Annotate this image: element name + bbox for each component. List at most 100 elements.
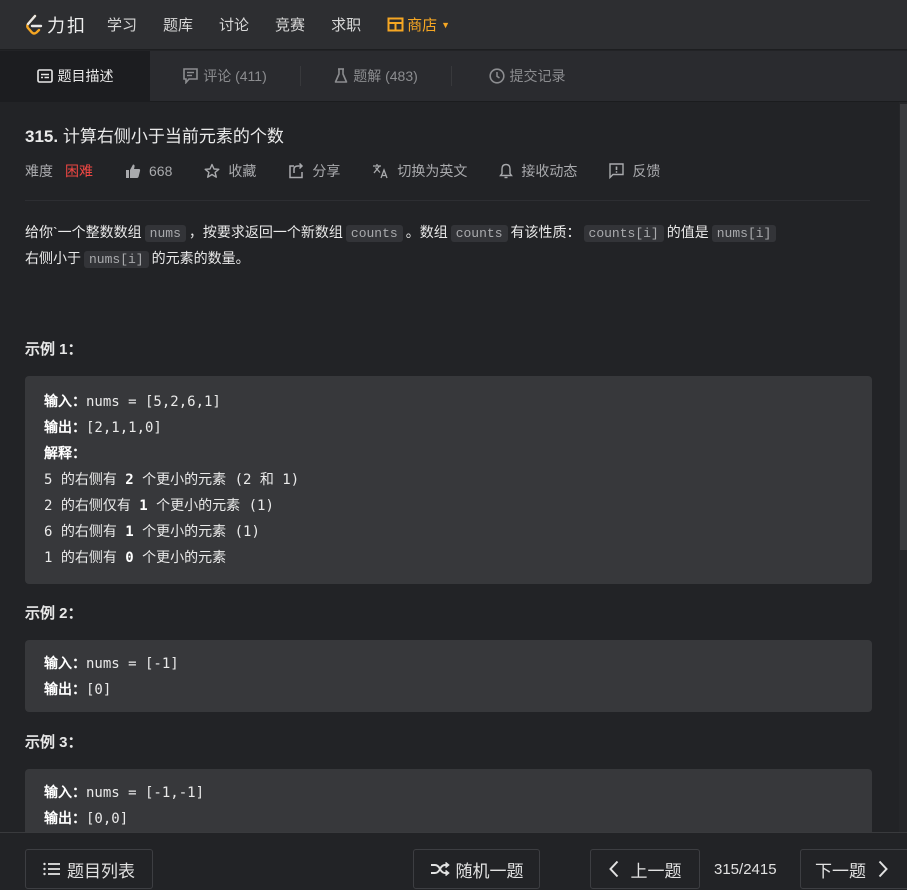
inline-code: counts[i] — [583, 225, 664, 242]
like-count: 668 — [149, 163, 173, 179]
desc-text: 的值是 — [666, 224, 709, 240]
explain-text: 个更小的元素 (1) — [147, 498, 274, 514]
example-title: 示例 2： — [25, 605, 83, 622]
problem-list-label: 题目列表 — [67, 861, 135, 881]
desc-text: 给你`一个整数数组 — [25, 224, 142, 240]
prev-problem-button[interactable]: 上一题 — [590, 849, 700, 889]
description-icon — [36, 69, 53, 83]
tab-solutions[interactable]: 题解 (483) — [301, 51, 451, 102]
output-value: [0,0] — [86, 811, 129, 827]
explanation-line: 6 的右侧有 1 个更小的元素 (1) — [44, 519, 853, 545]
example-explanation-label: 解释： — [44, 441, 853, 467]
prev-problem-label: 上一题 — [630, 861, 682, 881]
share-icon — [288, 163, 304, 179]
input-value: nums = [-1] — [86, 656, 179, 672]
favorite-button[interactable]: 收藏 — [204, 161, 256, 181]
tab-description-label: 题目描述 — [57, 68, 114, 84]
logo[interactable]: 力扣 — [24, 12, 87, 38]
next-problem-label: 下一题 — [815, 861, 866, 881]
example-block: 输入：nums = [-1] 输出：[0] — [25, 640, 872, 712]
favorite-label: 收藏 — [228, 163, 257, 179]
tab-comments[interactable]: 评论 (411) — [150, 51, 300, 102]
desc-text: 右侧小于 — [25, 250, 81, 266]
output-value: [2,1,1,0] — [86, 420, 162, 436]
subscribe-button[interactable]: 接收动态 — [499, 161, 577, 181]
nav-item-problems[interactable]: 题库 — [163, 14, 193, 35]
output-label: 输出： — [44, 682, 86, 698]
explain-text: 个更小的元素 (1) — [133, 524, 260, 540]
nav-item-store[interactable]: 商店 ▼ — [387, 14, 450, 35]
tab-submissions[interactable]: 提交记录 — [452, 51, 602, 102]
example-block: 输入：nums = [5,2,6,1] 输出：[2,1,1,0] 解释： 5 的… — [25, 376, 872, 584]
input-label: 输入： — [44, 785, 86, 801]
problem-content: 315. 计算右侧小于当前元素的个数 难度 困难 668 收藏 分享 切换为英文… — [0, 102, 899, 832]
problem-meta: 难度 困难 668 收藏 分享 切换为英文 接收动态 反馈 — [25, 161, 864, 181]
inline-code: nums — [144, 225, 186, 242]
random-problem-label: 随机一题 — [455, 861, 524, 881]
explanation-line: 2 的右侧仅有 1 个更小的元素 (1) — [44, 493, 853, 519]
tab-description[interactable]: 题目描述 — [0, 50, 150, 102]
example-input: 输入：nums = [5,2,6,1] — [44, 389, 853, 415]
meta-divider — [25, 200, 870, 201]
feedback-label: 反馈 — [632, 163, 661, 179]
store-label: 商店 — [407, 17, 438, 34]
inline-code: nums[i] — [711, 225, 777, 242]
shuffle-icon — [430, 862, 450, 876]
bell-icon — [499, 163, 514, 179]
feedback-icon — [609, 163, 625, 179]
inline-code: nums[i] — [84, 251, 149, 268]
explain-text: 的右侧有 — [52, 550, 126, 566]
input-value: nums = [5,2,6,1] — [86, 394, 221, 410]
example-title: 示例 3： — [25, 734, 83, 751]
translate-icon — [372, 163, 389, 179]
input-label: 输入： — [44, 656, 86, 672]
inline-code: counts — [450, 225, 508, 242]
problem-title-text: 计算右侧小于当前元素的个数 — [62, 127, 284, 146]
share-button[interactable]: 分享 — [288, 161, 340, 181]
nav-item-jobs[interactable]: 求职 — [331, 14, 361, 35]
brand-name: 力扣 — [47, 15, 87, 36]
nav-item-learn[interactable]: 学习 — [107, 14, 137, 35]
like-button[interactable]: 668 — [125, 163, 172, 179]
explain-count: 1 — [125, 524, 134, 540]
tab-solutions-label: 题解 (483) — [353, 68, 418, 84]
tab-comments-label: 评论 (411) — [203, 68, 267, 84]
translate-label: 切换为英文 — [397, 163, 468, 179]
thumbs-up-icon — [125, 163, 141, 179]
translate-button[interactable]: 切换为英文 — [372, 161, 467, 181]
nav-item-discuss[interactable]: 讨论 — [219, 14, 249, 35]
flask-icon — [334, 68, 348, 84]
explain-count: 1 — [139, 498, 148, 514]
star-icon — [204, 163, 220, 179]
explanation-line: 1 的右侧有 0 个更小的元素 — [44, 545, 853, 571]
problem-title: 315. 计算右侧小于当前元素的个数 — [25, 122, 864, 147]
output-label: 输出： — [44, 420, 86, 436]
explain-text: 的右侧有 — [52, 472, 126, 488]
share-label: 分享 — [312, 163, 341, 179]
difficulty-badge: 困难 — [65, 163, 93, 179]
chevron-left-icon — [608, 860, 619, 878]
leetcode-logo-icon — [26, 14, 43, 35]
store-icon — [387, 17, 404, 32]
next-problem-button[interactable]: 下一题 — [800, 849, 907, 889]
explain-text: 的右侧有 — [52, 524, 126, 540]
bottom-bar: 题目列表 随机一题 上一题 315/2415 下一题 — [0, 832, 907, 890]
explain-text: 的右侧仅有 — [52, 498, 140, 514]
scrollbar-thumb[interactable] — [900, 104, 907, 550]
problem-number: 315. — [25, 127, 59, 146]
nav-item-contest[interactable]: 竞赛 — [275, 14, 305, 35]
chevron-down-icon: ▼ — [441, 19, 451, 30]
problem-description: 给你`一个整数数组 nums ，按要求返回一个新数组 counts 。数组 counts 有… — [25, 220, 864, 272]
explain-text: 个更小的元素 (2 和 1) — [133, 472, 300, 488]
example-block: 输入：nums = [-1,-1] 输出：[0,0] — [25, 769, 872, 832]
example-input: 输入：nums = [-1,-1] — [44, 780, 853, 806]
input-value: nums = [-1,-1] — [86, 785, 205, 801]
desc-text: 。数组 — [405, 224, 448, 240]
example-output: 输出：[0,0] — [44, 806, 853, 832]
feedback-button[interactable]: 反馈 — [609, 161, 660, 181]
random-problem-button[interactable]: 随机一题 — [413, 849, 540, 889]
explain-label: 解释： — [44, 446, 86, 462]
clock-icon — [488, 68, 505, 84]
output-value: [0] — [86, 682, 112, 698]
problem-list-button[interactable]: 题目列表 — [25, 849, 153, 889]
